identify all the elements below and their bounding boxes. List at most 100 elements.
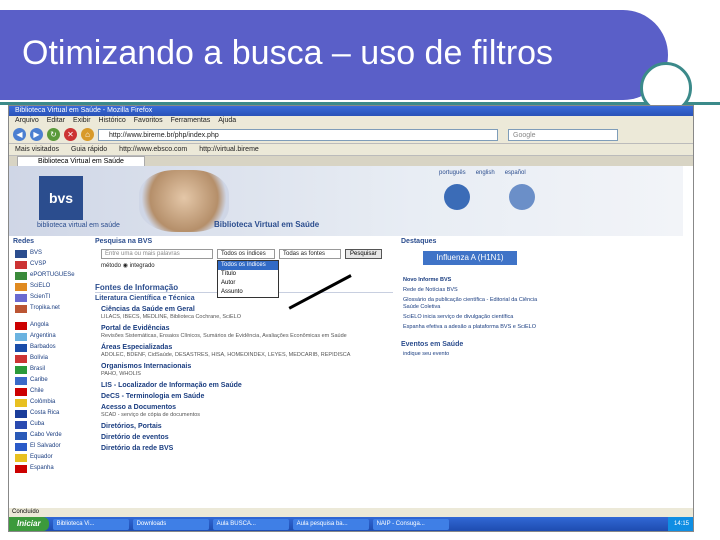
source-link[interactable]: Organismos Internacionais <box>101 363 393 370</box>
country-item[interactable]: Bolívia <box>11 353 89 364</box>
taskbar-item[interactable]: Aula BUSCA... <box>212 518 289 530</box>
source-link[interactable]: Diretório da rede BVS <box>101 445 393 452</box>
search-row: Entre uma ou mais palavras Todos os índi… <box>101 249 393 259</box>
search-button[interactable]: Pesquisar <box>345 249 382 259</box>
url-field[interactable]: http://www.bireme.br/php/index.php <box>98 128 498 141</box>
flag-icon <box>15 409 27 418</box>
menu-item-arquivo[interactable]: Arquivo <box>15 116 39 126</box>
taskbar-item[interactable]: Biblioteca Vi... <box>52 518 129 530</box>
country-item[interactable]: Angola <box>11 320 89 331</box>
browser-screenshot: Biblioteca Virtual em Saúde - Mozilla Fi… <box>8 105 694 532</box>
flag-icon <box>15 365 27 374</box>
bookmark-item[interactable]: Guia rápido <box>71 144 107 155</box>
flag-icon <box>15 387 27 396</box>
home-icon[interactable]: ⌂ <box>81 128 94 141</box>
influenza-button[interactable]: Influenza A (H1N1) <box>423 251 517 265</box>
menu-item-ferramentas[interactable]: Ferramentas <box>171 116 211 126</box>
source-description: ADOLEC, BDENF, CidSaúde, DESASTRES, HISA… <box>101 352 351 358</box>
language-link[interactable]: english <box>476 170 495 176</box>
news-item[interactable]: Novo Informe BVS <box>403 277 549 284</box>
flag-icon <box>15 376 27 385</box>
source-link[interactable]: LIS - Localizador de Informação em Saúde <box>101 382 393 389</box>
search-input[interactable]: Entre uma ou mais palavras <box>101 249 213 259</box>
news-item[interactable]: Espanha efetiva a adesão a plataforma BV… <box>403 324 549 331</box>
browser-search-input[interactable]: Google <box>508 128 618 141</box>
slide-title: Otimizando a busca – uso de filtros <box>22 34 554 72</box>
dropdown-option[interactable]: Título <box>218 270 278 279</box>
country-item[interactable]: Colômbia <box>11 397 89 408</box>
taskbar: Iniciar Biblioteca Vi... Downloads Aula … <box>9 517 693 531</box>
source-link[interactable]: Diretórios, Portais <box>101 423 393 430</box>
source-link[interactable]: Diretório de eventos <box>101 434 393 441</box>
country-item[interactable]: El Salvador <box>11 441 89 452</box>
dropdown-option[interactable]: Assunto <box>218 288 278 297</box>
rede-item[interactable]: ScienTI <box>11 292 89 303</box>
back-icon[interactable]: ◀ <box>13 128 26 141</box>
paho-globe-icon[interactable] <box>444 184 470 210</box>
flag-icon <box>15 354 27 363</box>
source-link[interactable]: DeCS - Terminologia em Saúde <box>101 393 393 400</box>
flag-icon <box>15 442 27 451</box>
start-button[interactable]: Iniciar <box>9 517 49 531</box>
bookmark-item[interactable]: http://www.ebsco.com <box>119 144 187 155</box>
language-links: português english español <box>439 170 526 176</box>
language-link[interactable]: español <box>505 170 526 176</box>
forward-icon[interactable]: ▶ <box>30 128 43 141</box>
language-link[interactable]: português <box>439 170 466 176</box>
country-item[interactable]: Argentina <box>11 331 89 342</box>
reload-icon[interactable]: ↻ <box>47 128 60 141</box>
country-item[interactable]: Brasil <box>11 364 89 375</box>
country-item[interactable]: Equador <box>11 452 89 463</box>
left-column: Redes BVS CVSP ePORTUGUESe SciELO ScienT… <box>11 236 89 474</box>
news-item[interactable]: SciELO inicia serviço de divulgação cien… <box>403 314 549 321</box>
news-item[interactable]: Glossário da publicação científica - Edi… <box>403 297 549 311</box>
source-link[interactable]: Portal de Evidências <box>101 325 393 332</box>
source-description: PAHO, WHOLIS <box>101 371 141 377</box>
rede-item[interactable]: ePORTUGUESe <box>11 270 89 281</box>
menu-item-favoritos[interactable]: Favoritos <box>134 116 163 126</box>
index-select[interactable]: Todos os índices <box>217 249 275 259</box>
bvs-icon <box>15 249 27 258</box>
news-item[interactable]: Rede de Notícias BVS <box>403 287 549 294</box>
rede-item[interactable]: SciELO <box>11 281 89 292</box>
country-item[interactable]: Cabo Verde <box>11 430 89 441</box>
banner-title: Biblioteca Virtual em Saúde <box>214 220 320 229</box>
dropdown-option[interactable]: Todos os índices <box>218 261 278 270</box>
rede-item[interactable]: CVSP <box>11 259 89 270</box>
country-item[interactable]: Caribe <box>11 375 89 386</box>
country-item[interactable]: Costa Rica <box>11 408 89 419</box>
tab-bar: Biblioteca Virtual em Saúde <box>9 156 693 166</box>
rede-item[interactable]: Tropika.net <box>11 303 89 314</box>
who-emblem-icon[interactable] <box>509 184 535 210</box>
bookmark-item[interactable]: http://virtual.bireme <box>199 144 259 155</box>
source-link[interactable]: Acesso a Documentos <box>101 404 393 411</box>
menu-item-editar[interactable]: Editar <box>47 116 65 126</box>
taskbar-item[interactable]: NAIP - Consuga... <box>372 518 449 530</box>
menu-item-exibir[interactable]: Exibir <box>73 116 91 126</box>
country-item[interactable]: Chile <box>11 386 89 397</box>
menu-item-ajuda[interactable]: Ajuda <box>218 116 236 126</box>
bvs-logo[interactable]: bvs <box>39 176 83 220</box>
stop-icon[interactable]: ✕ <box>64 128 77 141</box>
flag-icon <box>15 431 27 440</box>
site-banner: bvs biblioteca virtual em saúde Bibliote… <box>9 166 683 236</box>
source-link[interactable]: Ciências da Saúde em Geral <box>101 306 393 313</box>
flag-icon <box>15 420 27 429</box>
source-select[interactable]: Todas as fontes <box>279 249 341 259</box>
method-radio[interactable]: ◉ <box>123 263 128 269</box>
source-description: Revisões Sistemáticas, Ensaios Clínicos,… <box>101 333 347 339</box>
menu-item-historico[interactable]: Histórico <box>99 116 126 126</box>
eventos-link[interactable]: indique seu evento <box>403 351 549 358</box>
tab-bvs[interactable]: Biblioteca Virtual em Saúde <box>17 156 145 166</box>
taskbar-item[interactable]: Downloads <box>132 518 209 530</box>
source-link[interactable]: Áreas Especializadas <box>101 344 393 351</box>
rede-item[interactable]: BVS <box>11 248 89 259</box>
country-item[interactable]: Cuba <box>11 419 89 430</box>
dropdown-option[interactable]: Autor <box>218 279 278 288</box>
bookmarks-bar: Mais visitados Guia rápido http://www.eb… <box>9 144 693 156</box>
bookmark-item[interactable]: Mais visitados <box>15 144 59 155</box>
status-bar: Concluído <box>9 508 693 517</box>
country-item[interactable]: Barbados <box>11 342 89 353</box>
taskbar-item[interactable]: Aula pesquisa ba... <box>292 518 369 530</box>
country-item[interactable]: Espanha <box>11 463 89 474</box>
